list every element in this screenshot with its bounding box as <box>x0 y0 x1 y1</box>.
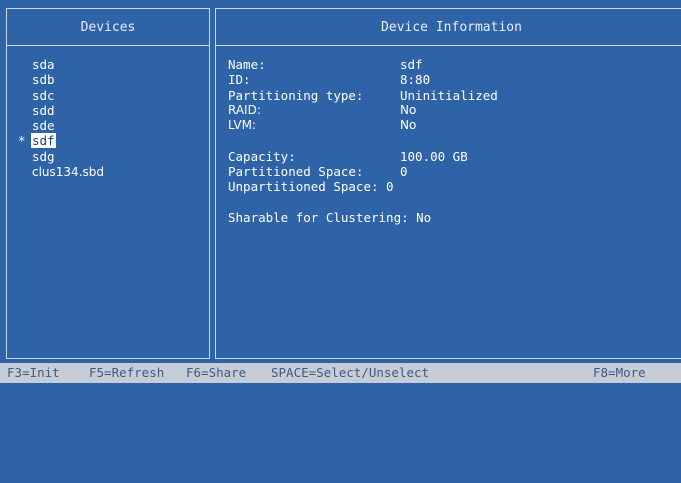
device-label: sdg <box>32 148 55 164</box>
selected-marker: * <box>18 133 26 149</box>
device-item-sdd[interactable]: sdd <box>18 103 105 118</box>
device-label: sdd <box>32 102 55 118</box>
device-item-sdf[interactable]: * sdf <box>18 133 105 149</box>
field-capacity: Capacity: 100.00 GB <box>228 148 468 164</box>
device-information-panel: Device Information Name: sdf ID: 8:80 Part… <box>215 8 681 359</box>
device-item-sdc[interactable]: sdc <box>18 88 105 103</box>
field-unpartitioned-space: Unpartitioned Space: 0 <box>228 179 394 195</box>
field-name: Name: sdf <box>228 57 423 72</box>
device-information-title: Device Information <box>216 9 681 46</box>
device-label: clus134.sbd <box>32 165 104 180</box>
device-item-sde[interactable]: sde <box>18 118 105 133</box>
device-item-sdb[interactable]: sdb <box>18 72 105 87</box>
field-value: 100.00 GB <box>400 148 468 164</box>
device-item-sdg[interactable]: sdg <box>18 149 105 164</box>
field-id: ID: 8:80 <box>228 72 431 88</box>
devices-panel: Devices sda sdb sdc sdd sde * sdf sdg clu… <box>6 8 210 359</box>
field-raid: RAID: No <box>228 102 417 117</box>
space-select-key[interactable]: SPACE=Select/Unselect <box>271 363 429 383</box>
f6-share-key[interactable]: F6=Share <box>186 363 246 383</box>
field-partitioned-space: Partitioned Space: 0 <box>228 164 408 180</box>
field-value: 8:80 <box>400 72 431 88</box>
device-label: sda <box>32 57 55 72</box>
device-item-clus134[interactable]: clus134.sbd <box>18 164 105 180</box>
f8-more-key[interactable]: F8=More <box>593 363 646 383</box>
device-label: sdf <box>31 133 56 149</box>
field-value: sdf <box>400 57 423 72</box>
field-value: 0 <box>400 164 408 180</box>
field-lvm: LVM: No <box>228 118 417 133</box>
field-value: Uninitialized <box>400 87 498 103</box>
device-label: sde <box>32 118 55 134</box>
device-list: sda sdb sdc sdd sde * sdf sdg clus134.sbd <box>18 57 105 180</box>
field-value: 0 <box>386 179 394 195</box>
f3-init-key[interactable]: F3=Init <box>7 363 60 383</box>
field-partitioning-type: Partitioning type: Uninitialized <box>228 87 498 103</box>
device-item-sda[interactable]: sda <box>18 57 105 72</box>
field-value: No <box>400 118 417 133</box>
device-label: sdb <box>32 72 55 88</box>
device-label: sdc <box>32 87 55 103</box>
devices-panel-title: Devices <box>7 9 209 46</box>
field-sharable: Sharable for Clustering: No <box>228 209 432 225</box>
status-bar: F3=Init F5=Refresh F6=Share SPACE=Select… <box>0 363 681 383</box>
device-info-fields: Name: sdf ID: 8:80 Partitioning type: Unini… <box>228 57 498 225</box>
f5-refresh-key[interactable]: F5=Refresh <box>89 363 164 383</box>
field-value: No <box>400 102 417 117</box>
